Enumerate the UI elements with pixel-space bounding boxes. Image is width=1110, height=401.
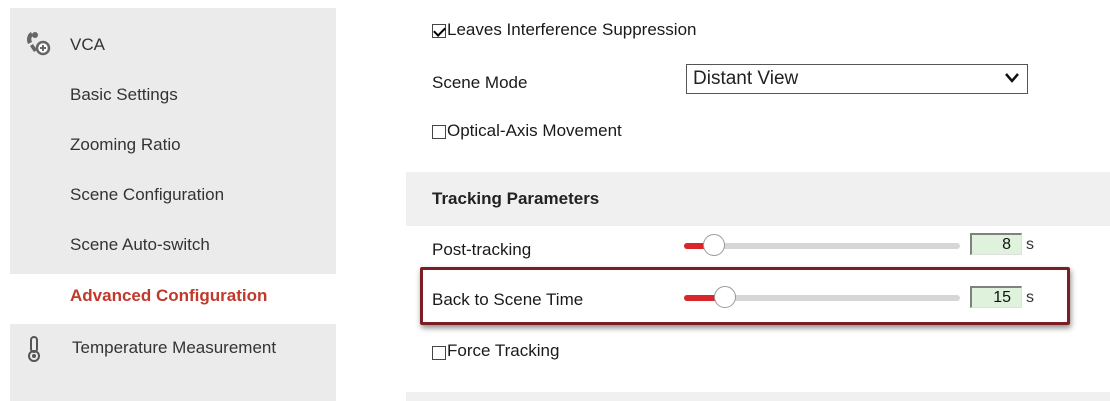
scene-mode-select[interactable]: Distant View	[686, 64, 1028, 94]
slider-thumb[interactable]	[703, 234, 726, 256]
leaves-interference-suppression-label: Leaves Interference Suppression	[447, 20, 697, 39]
annotation-highlight-box	[420, 267, 1070, 325]
scene-mode-value: Distant View	[693, 68, 799, 89]
advanced-configuration-panel: Leaves Interference Suppression Scene Mo…	[0, 0, 1110, 401]
next-section-header	[406, 392, 1110, 401]
tracking-parameters-title: Tracking Parameters	[432, 189, 600, 208]
post-tracking-unit: s	[1026, 236, 1034, 253]
optical-axis-movement-label: Optical-Axis Movement	[447, 121, 622, 140]
force-tracking-label: Force Tracking	[447, 341, 560, 360]
post-tracking-value-input[interactable]: 8	[970, 233, 1022, 255]
chevron-down-icon	[1003, 69, 1021, 92]
tracking-parameters-header: Tracking Parameters	[406, 172, 1110, 226]
post-tracking-slider[interactable]	[684, 234, 960, 258]
force-tracking-checkbox[interactable]	[432, 346, 446, 360]
leaves-interference-suppression-checkbox[interactable]	[432, 24, 446, 38]
slider-track	[684, 243, 960, 249]
post-tracking-label: Post-tracking	[432, 240, 532, 259]
optical-axis-movement-checkbox[interactable]	[432, 125, 446, 139]
scene-mode-label: Scene Mode	[432, 73, 528, 92]
